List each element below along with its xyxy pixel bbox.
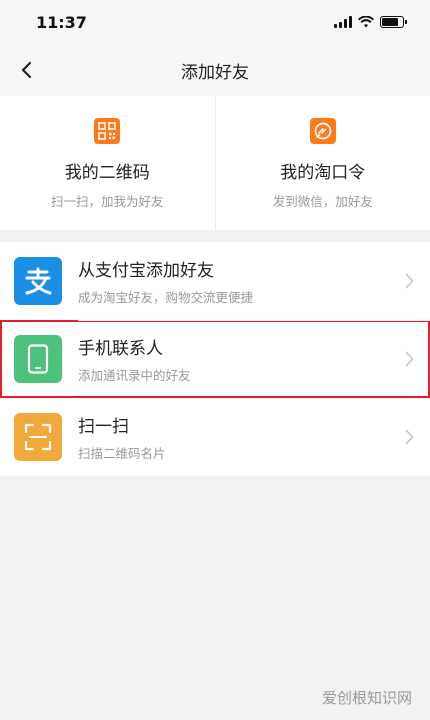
status-bar: 11:37 xyxy=(0,0,430,44)
list-item-scan[interactable]: 扫一扫 扫描二维码名片 xyxy=(0,398,430,476)
chevron-right-icon xyxy=(405,429,414,445)
list-item-subtitle: 成为淘宝好友，购物交流更便捷 xyxy=(78,290,254,305)
my-qr-code-subtitle: 扫一扫，加我为好友 xyxy=(50,194,164,209)
status-icons xyxy=(334,16,407,28)
my-taokouling-subtitle: 发到微信，加好友 xyxy=(272,194,373,209)
back-button[interactable] xyxy=(10,54,42,86)
my-taokouling-title: 我的淘口令 xyxy=(280,163,366,183)
status-time: 11:37 xyxy=(36,12,87,32)
taokouling-icon xyxy=(309,118,336,144)
list-item-title: 手机联系人 xyxy=(78,339,163,359)
qr-code-icon xyxy=(94,118,121,144)
my-qr-code-card[interactable]: 我的二维码 扫一扫，加我为好友 xyxy=(0,96,215,230)
alipay-icon xyxy=(14,257,62,305)
watermark: 爱创根知识网 xyxy=(321,689,412,707)
list-item-title: 从支付宝添加好友 xyxy=(78,261,214,281)
cellular-signal-icon xyxy=(334,16,352,28)
list-item-subtitle: 添加通讯录中的好友 xyxy=(78,368,191,383)
wifi-icon xyxy=(358,16,374,28)
chevron-right-icon xyxy=(405,273,414,289)
list-item-subtitle: 扫描二维码名片 xyxy=(78,446,166,461)
add-friend-options-list: 从支付宝添加好友 成为淘宝好友，购物交流更便捷 手机联系人 添加通讯录中的好友 xyxy=(0,242,430,476)
nav-bar: 添加好友 xyxy=(0,44,430,96)
my-taokouling-card[interactable]: 我的淘口令 发到微信，加好友 xyxy=(214,96,430,230)
list-item-phone-contacts[interactable]: 手机联系人 添加通讯录中的好友 xyxy=(0,320,430,398)
top-cards: 我的二维码 扫一扫，加我为好友 我的淘口令 发到微信，加好友 xyxy=(0,96,430,230)
my-qr-code-title: 我的二维码 xyxy=(64,163,150,183)
chevron-left-icon xyxy=(21,61,32,79)
list-item-alipay[interactable]: 从支付宝添加好友 成为淘宝好友，购物交流更便捷 xyxy=(0,242,430,320)
phone-icon xyxy=(14,335,62,383)
list-item-title: 扫一扫 xyxy=(78,417,129,437)
chevron-right-icon xyxy=(405,351,414,367)
battery-icon xyxy=(380,16,407,28)
page-title: 添加好友 xyxy=(181,62,249,83)
scan-icon xyxy=(14,413,62,461)
